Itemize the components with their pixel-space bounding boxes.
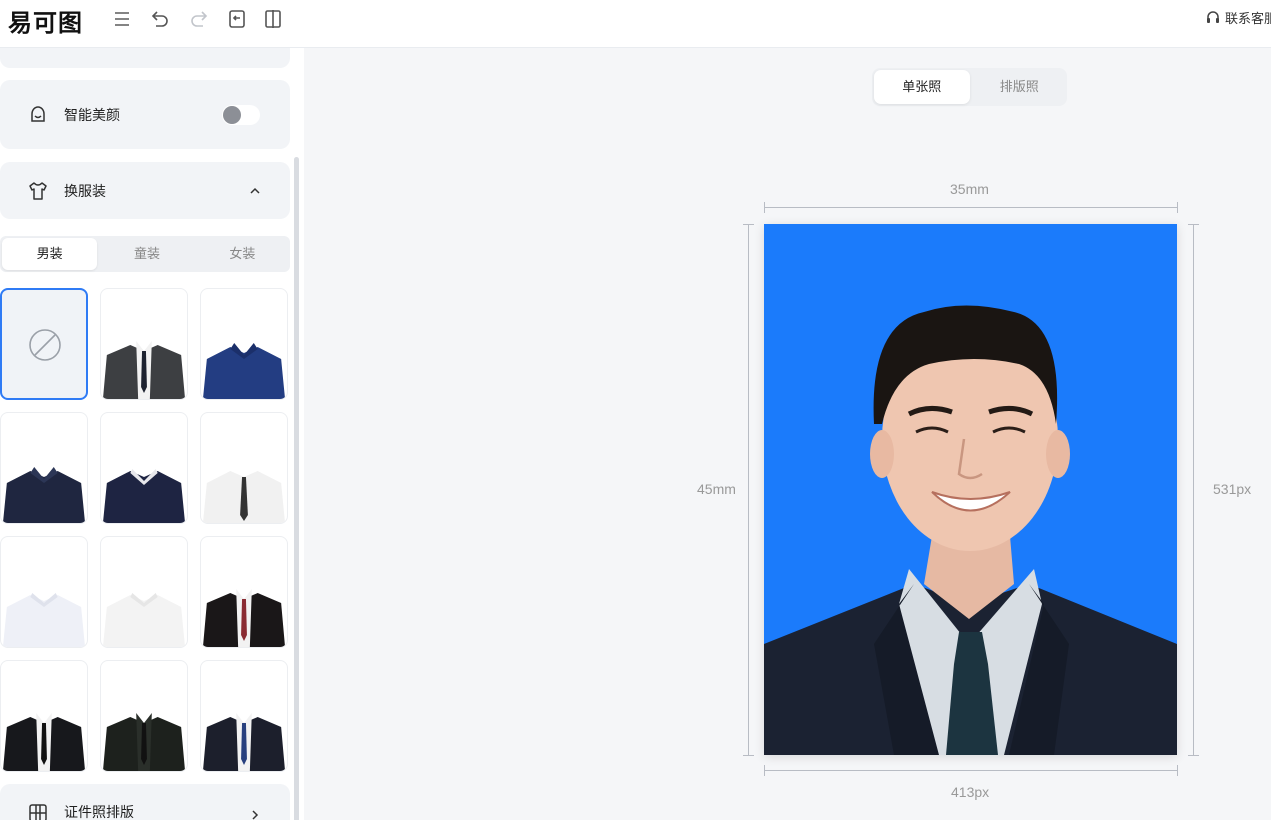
clothes-category-tabs: 男装 童装 女装	[0, 236, 290, 272]
top-toolbar: 易可图 联系客服	[0, 0, 1271, 48]
outfit-dark-green-suit[interactable]	[100, 660, 188, 772]
face-icon	[27, 104, 49, 126]
width-mm-label: 35mm	[950, 181, 989, 197]
outfit-black-suit-black-tie[interactable]	[0, 660, 88, 772]
ruler-tick	[1177, 202, 1178, 213]
left-ruler	[748, 224, 749, 756]
outfit-none[interactable]	[0, 288, 88, 400]
outfit-navy-polo[interactable]	[200, 288, 288, 400]
redo-icon[interactable]	[189, 8, 211, 30]
headset-icon	[1205, 10, 1221, 26]
layout-label: 证件照排版	[64, 804, 134, 820]
ruler-tick	[743, 224, 754, 225]
ruler-tick	[764, 765, 765, 776]
compare-icon[interactable]	[262, 8, 284, 30]
grid-icon	[27, 802, 49, 820]
import-icon[interactable]	[226, 8, 248, 30]
tab-women[interactable]: 女装	[195, 236, 290, 272]
outfit-white-shirt[interactable]	[100, 536, 188, 648]
ruler-tick	[1188, 224, 1199, 225]
beauty-label: 智能美颜	[64, 106, 120, 123]
portrait-image	[764, 305, 1177, 755]
ruler-tick	[1177, 765, 1178, 776]
undo-icon[interactable]	[148, 8, 170, 30]
chevron-right-icon[interactable]	[248, 808, 262, 820]
outfit-navy-polo-white-collar[interactable]	[100, 412, 188, 524]
ruler-tick	[1188, 755, 1199, 756]
tab-men[interactable]: 男装	[2, 238, 98, 270]
contact-label: 联系客服	[1225, 11, 1271, 26]
width-px-label: 413px	[951, 784, 990, 800]
right-ruler	[1193, 224, 1194, 756]
sidebar: 智能美颜 换服装 男装 童装 女装 证件照排版	[0, 48, 304, 820]
clothes-label: 换服装	[64, 182, 106, 199]
no-outfit-icon	[28, 328, 62, 362]
sidebar-scrollbar[interactable]	[294, 157, 299, 820]
outfit-black-suit-red-tie[interactable]	[200, 536, 288, 648]
shirt-icon	[27, 180, 49, 202]
height-mm-label: 45mm	[697, 481, 736, 497]
beauty-panel: 智能美颜	[0, 80, 290, 149]
bottom-ruler	[764, 770, 1178, 771]
id-photo-preview[interactable]	[764, 224, 1177, 755]
layout-panel-header[interactable]: 证件照排版	[0, 784, 290, 820]
tab-layout-photo[interactable]: 排版照	[972, 68, 1068, 106]
app-logo[interactable]: 易可图	[8, 3, 83, 38]
tab-single-photo[interactable]: 单张照	[874, 70, 970, 104]
ruler-tick	[764, 202, 765, 213]
view-mode-tabs: 单张照 排版照	[872, 68, 1067, 106]
tab-kids[interactable]: 童装	[99, 236, 194, 272]
outfit-white-polo[interactable]	[0, 536, 88, 648]
outfit-navy-shirt[interactable]	[0, 412, 88, 524]
outfit-navy-suit-blue-tie[interactable]	[200, 660, 288, 772]
ruler-tick	[743, 755, 754, 756]
beauty-toggle[interactable]	[222, 105, 260, 125]
height-px-label: 531px	[1213, 481, 1252, 497]
toggle-knob	[223, 106, 241, 124]
chevron-up-icon[interactable]	[248, 184, 262, 198]
clothes-panel-header[interactable]: 换服装	[0, 162, 290, 219]
menu-icon[interactable]	[111, 8, 133, 30]
outfit-gray-suit[interactable]	[100, 288, 188, 400]
panel-previous	[0, 48, 290, 68]
contact-service-button[interactable]: 联系客服	[1205, 8, 1271, 27]
outfit-white-shirt-tie[interactable]	[200, 412, 288, 524]
top-ruler	[764, 207, 1178, 208]
